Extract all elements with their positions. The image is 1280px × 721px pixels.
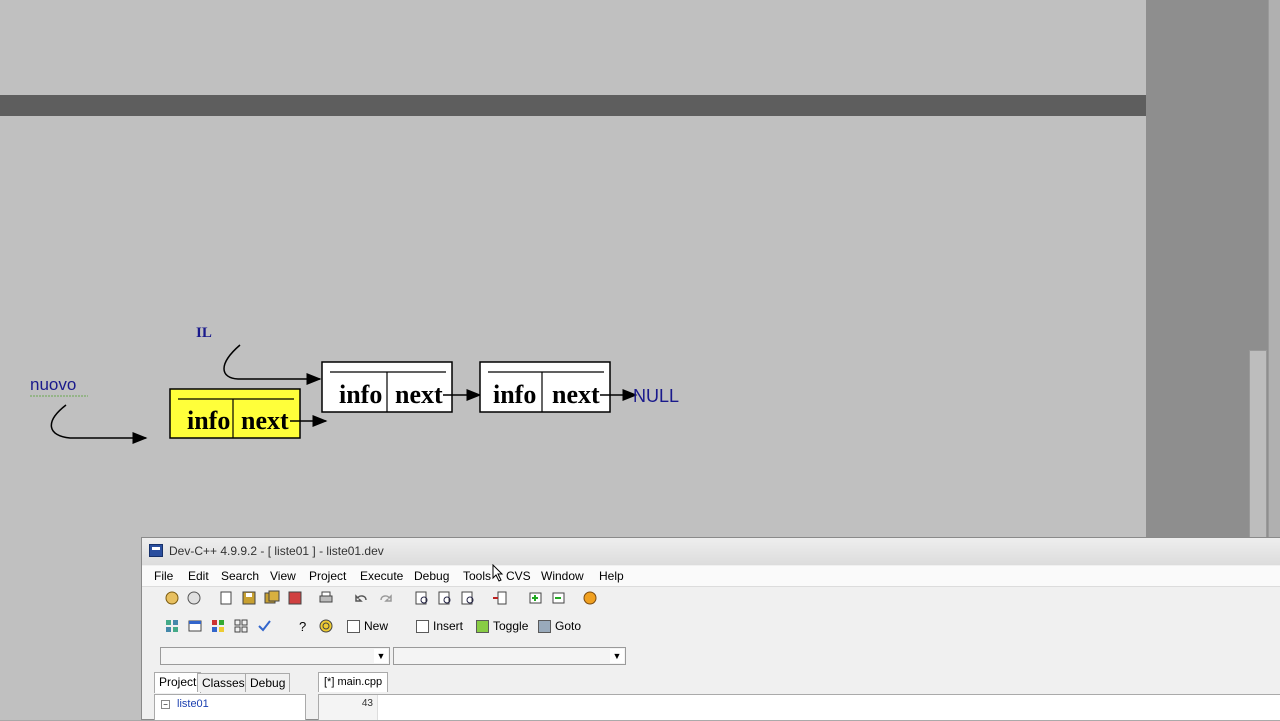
toggle-button-label: Toggle bbox=[493, 619, 529, 633]
goto-button[interactable]: Goto bbox=[538, 616, 581, 636]
help-icon[interactable]: ? bbox=[293, 616, 313, 636]
member-combo[interactable]: ▼ bbox=[393, 647, 626, 665]
document-page-top bbox=[0, 0, 1146, 95]
compile-run-icon[interactable] bbox=[208, 616, 228, 636]
tab-project[interactable]: Project bbox=[154, 672, 202, 693]
chevron-down-icon[interactable]: ▼ bbox=[610, 649, 624, 663]
node-1-next: next bbox=[395, 380, 443, 409]
linked-list-diagram: IL nuovo info next info next info next N… bbox=[30, 325, 679, 444]
line-number: 43 bbox=[361, 698, 373, 709]
insert-button[interactable]: Insert bbox=[416, 616, 463, 636]
goto-button-label: Goto bbox=[555, 619, 582, 633]
goto-bookmark-icon bbox=[538, 619, 551, 633]
insert-button-label: Insert bbox=[433, 619, 464, 633]
goto-line-icon[interactable] bbox=[490, 588, 510, 608]
menu-bar: File Edit Search View Project Execute De… bbox=[142, 566, 1280, 587]
node-1: info next bbox=[321, 361, 482, 413]
menu-edit[interactable]: Edit bbox=[188, 569, 209, 583]
label-nuovo: nuovo bbox=[30, 375, 76, 394]
close-file-icon[interactable] bbox=[285, 588, 305, 608]
rebuild-all-icon[interactable] bbox=[231, 616, 251, 636]
node-2-next: next bbox=[552, 380, 600, 409]
window-title: Dev-C++ 4.9.9.2 - [ liste01 ] - liste01.… bbox=[169, 544, 384, 558]
replace-icon[interactable] bbox=[435, 588, 455, 608]
toggle-button[interactable]: Toggle bbox=[476, 616, 528, 636]
window-titlebar[interactable]: Dev-C++ 4.9.9.2 - [ liste01 ] - liste01.… bbox=[142, 538, 1280, 565]
devcpp-app-icon bbox=[149, 544, 163, 557]
menu-help[interactable]: Help bbox=[599, 569, 624, 583]
tab-main-cpp[interactable]: [*] main.cpp bbox=[318, 672, 389, 692]
menu-tools[interactable]: Tools bbox=[463, 569, 491, 583]
line-gutter: 43 bbox=[319, 695, 378, 720]
find-icon[interactable] bbox=[412, 588, 432, 608]
project-options-icon[interactable] bbox=[580, 588, 600, 608]
new-button-label: New bbox=[364, 619, 389, 633]
compile-icon[interactable] bbox=[162, 616, 182, 636]
redo-icon[interactable] bbox=[375, 588, 395, 608]
new-button[interactable]: New bbox=[347, 616, 388, 636]
run-icon[interactable] bbox=[185, 616, 205, 636]
menu-execute[interactable]: Execute bbox=[360, 569, 403, 583]
about-icon[interactable] bbox=[316, 616, 336, 636]
save-all-icon[interactable] bbox=[262, 588, 282, 608]
tab-classes[interactable]: Classes bbox=[197, 673, 250, 692]
nuovo-pointer-arrow bbox=[50, 404, 148, 444]
menu-cvs[interactable]: CVS bbox=[506, 569, 531, 583]
new-page-icon bbox=[347, 619, 360, 633]
menu-file[interactable]: File bbox=[154, 569, 173, 583]
menu-search[interactable]: Search bbox=[221, 569, 259, 583]
undo-icon[interactable] bbox=[352, 588, 372, 608]
il-pointer-arrow bbox=[223, 344, 322, 385]
menu-debug[interactable]: Debug bbox=[414, 569, 449, 583]
toggle-bookmark-icon bbox=[476, 619, 489, 633]
syntax-check-icon[interactable] bbox=[254, 616, 274, 636]
devcpp-window[interactable]: Dev-C++ 4.9.9.2 - [ liste01 ] - liste01.… bbox=[141, 537, 1280, 721]
svg-text:?: ? bbox=[299, 619, 306, 634]
node-new-info: info bbox=[187, 406, 230, 435]
menu-view[interactable]: View bbox=[270, 569, 296, 583]
print-icon[interactable] bbox=[316, 588, 336, 608]
menu-window[interactable]: Window bbox=[541, 569, 584, 583]
code-editor[interactable]: 43 bbox=[318, 694, 1280, 721]
tree-collapse-icon[interactable]: − bbox=[161, 700, 170, 709]
menu-project[interactable]: Project bbox=[309, 569, 346, 583]
save-icon[interactable] bbox=[239, 588, 259, 608]
node-1-info: info bbox=[339, 380, 382, 409]
node-new-next: next bbox=[241, 406, 289, 435]
tab-debug[interactable]: Debug bbox=[245, 673, 291, 692]
null-label: NULL bbox=[633, 386, 679, 406]
node-2-info: info bbox=[493, 380, 536, 409]
remove-from-project-icon[interactable] bbox=[549, 588, 569, 608]
vertical-scrollbar-thumb[interactable] bbox=[1249, 350, 1267, 540]
node-new: info next bbox=[169, 388, 328, 439]
find-next-icon[interactable] bbox=[458, 588, 478, 608]
close-project-icon[interactable] bbox=[184, 588, 204, 608]
add-to-project-icon[interactable] bbox=[526, 588, 546, 608]
label-il: IL bbox=[196, 325, 212, 341]
project-tree: − liste01 bbox=[154, 694, 306, 721]
tree-item-liste01[interactable]: liste01 bbox=[177, 698, 209, 710]
mouse-cursor-icon bbox=[492, 564, 504, 582]
class-combo[interactable]: ▼ bbox=[160, 647, 390, 665]
insert-icon bbox=[416, 619, 429, 633]
chevron-down-icon[interactable]: ▼ bbox=[374, 649, 388, 663]
page-separator bbox=[0, 95, 1146, 116]
new-file-icon[interactable] bbox=[216, 588, 236, 608]
open-project-icon[interactable] bbox=[162, 588, 182, 608]
node-2: info next bbox=[479, 361, 638, 413]
